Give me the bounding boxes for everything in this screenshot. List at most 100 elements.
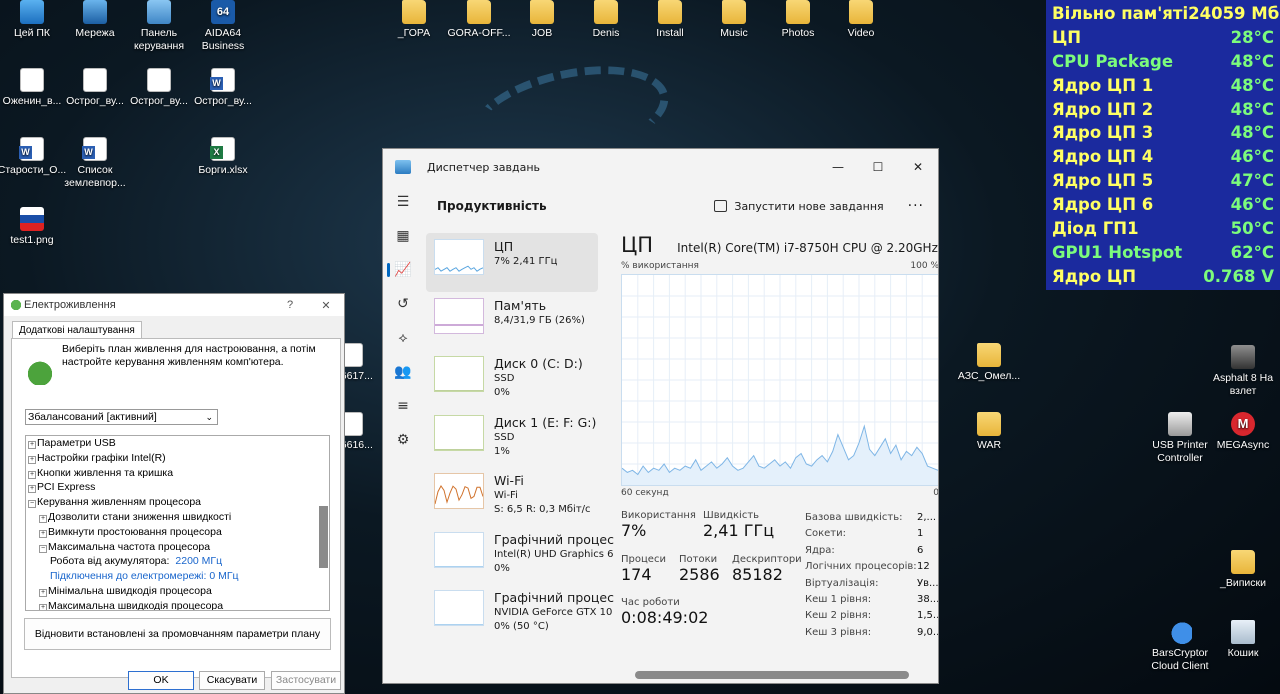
- desktop-icon-18[interactable]: Борги.xlsx: [184, 137, 262, 177]
- title-bar[interactable]: Диспетчер завдань — ☐ ✕: [383, 149, 938, 185]
- desktop-icon-23[interactable]: WAR: [950, 412, 1028, 452]
- desktop-icon-3[interactable]: 64 AIDA64 Business: [184, 0, 262, 53]
- vertical-scrollbar[interactable]: [319, 506, 328, 568]
- cancel-button[interactable]: Скасувати: [199, 671, 265, 690]
- tree-node[interactable]: + Дозволити стани зниження швидкості: [26, 510, 329, 525]
- desktop-icon-22[interactable]: АЗС_Омел...: [950, 343, 1028, 383]
- tree-node-label: Робота від акумулятора:: [50, 555, 170, 568]
- tab-advanced-settings[interactable]: Додаткові налаштування: [12, 321, 142, 339]
- expand-icon[interactable]: +: [39, 603, 47, 610]
- usage-label: Використання: [621, 510, 696, 521]
- sensor-value: 46°C: [1230, 147, 1274, 167]
- perf-item-6[interactable]: Графічний процес NVIDIA GeForce GTX 10 0% …: [426, 584, 614, 643]
- expand-icon[interactable]: +: [28, 485, 36, 494]
- run-new-task-button[interactable]: Запустити нове завдання: [714, 200, 884, 213]
- close-button[interactable]: ✕: [308, 299, 344, 312]
- app-history-icon[interactable]: ↺: [383, 287, 423, 321]
- hamburger-icon[interactable]: ☰: [383, 185, 423, 219]
- tree-node-label: Настройки графіки Intel(R): [37, 451, 166, 464]
- expand-icon[interactable]: +: [28, 455, 36, 464]
- desktop-icon-27[interactable]: _Виписки: [1204, 550, 1280, 590]
- power-plan-select[interactable]: Збалансований [активний] ⌄: [25, 409, 218, 425]
- tree-node[interactable]: − Керування живленням процесора: [26, 495, 329, 510]
- selected-plan: Збалансований [активний]: [28, 411, 157, 423]
- expand-icon[interactable]: +: [39, 588, 47, 597]
- startup-icon[interactable]: ⟡: [383, 321, 423, 355]
- apply-button[interactable]: Застосувати: [271, 671, 341, 690]
- tree-node-label: Дозволити стани зниження швидкості: [48, 510, 232, 523]
- expand-icon[interactable]: +: [28, 470, 36, 479]
- collapse-icon[interactable]: −: [28, 500, 36, 509]
- perf-item-sub1: SSD: [494, 373, 515, 384]
- word-icon: [82, 137, 107, 161]
- expand-icon[interactable]: +: [39, 529, 47, 538]
- horizontal-scrollbar[interactable]: [635, 671, 909, 679]
- tree-node[interactable]: + Максимальна швидкодія процесора: [26, 599, 329, 610]
- mini-graph-line: [435, 449, 483, 450]
- spec-row: Віртуалізація: Ув...: [805, 576, 938, 592]
- desktop-icon-26[interactable]: M MEGAsync: [1204, 412, 1280, 452]
- handles-value: 85182: [732, 565, 783, 584]
- tree-node[interactable]: + PCI Express: [26, 480, 329, 495]
- dialog-title-bar[interactable]: Електроживлення ? ✕: [4, 294, 344, 316]
- document-icon: [83, 68, 107, 92]
- performance-icon[interactable]: 📈: [383, 253, 423, 287]
- more-options-button[interactable]: ···: [908, 198, 924, 214]
- perf-item-4[interactable]: Wi-Fi Wi-Fi S: 6,5 R: 0,3 Мбіт/с: [426, 467, 598, 526]
- tree-node[interactable]: + Настройки графіки Intel(R): [26, 451, 329, 466]
- perf-item-name: Диск 1 (E: F: G:): [494, 414, 597, 430]
- desktop-icon-24[interactable]: Asphalt 8 На взлет: [1204, 345, 1280, 398]
- mini-graph-line: [435, 324, 483, 325]
- perf-item-5[interactable]: Графічний процес Intel(R) UHD Graphics 6 0…: [426, 526, 614, 585]
- services-icon[interactable]: ⚙: [383, 423, 423, 457]
- desktop-icon-11[interactable]: Video: [822, 0, 900, 40]
- processes-icon[interactable]: ▦: [383, 219, 423, 253]
- desktop-icon-15[interactable]: Острог_ву...: [184, 68, 262, 108]
- perf-item-2[interactable]: Диск 0 (C: D:) SSD 0%: [426, 350, 598, 409]
- sensor-row: Вільно пам'яті 24059 Мб: [1052, 2, 1279, 26]
- spec-value: 2,...: [917, 512, 937, 523]
- sensor-label: Діод ГП1: [1052, 219, 1139, 239]
- details-icon[interactable]: ≡: [383, 389, 423, 423]
- power-plan-icon: [26, 357, 54, 385]
- minimize-button[interactable]: —: [818, 160, 858, 174]
- desktop-icon-17[interactable]: Список землевпор...: [56, 137, 134, 190]
- mini-graph: [434, 239, 484, 275]
- cpu-specs: Базова швидкість: 2,... Сокети: 1 Ядра: 6 Логі…: [805, 510, 939, 641]
- help-button[interactable]: ?: [272, 299, 308, 311]
- perf-item-3[interactable]: Диск 1 (E: F: G:) SSD 1%: [426, 409, 598, 468]
- perf-item-name: Пам'ять: [494, 297, 547, 313]
- tree-node[interactable]: + Вимкнути простоювання процесора: [26, 525, 329, 540]
- handles-label: Дескриптори: [732, 554, 802, 565]
- expand-icon[interactable]: +: [28, 441, 36, 449]
- close-button[interactable]: ✕: [898, 160, 938, 174]
- expand-icon[interactable]: +: [39, 514, 47, 523]
- spec-value: 9,0...: [917, 626, 939, 638]
- restore-defaults-button[interactable]: Відновити встановлені за промовчанням па…: [24, 618, 331, 650]
- spec-key: Кеш 1 рівня:: [805, 593, 872, 605]
- axis-bottom-left: 60 секунд: [621, 488, 669, 498]
- users-icon[interactable]: 👥: [383, 355, 423, 389]
- tree-node[interactable]: + Параметри USB: [26, 436, 329, 451]
- collapse-icon[interactable]: −: [39, 544, 47, 553]
- folder-icon: [658, 0, 682, 24]
- desktop-icon-label: Asphalt 8 На взлет: [1212, 372, 1274, 397]
- tree-node-value[interactable]: 2200 МГц: [175, 555, 222, 567]
- desktop-icon-29[interactable]: Кошик: [1204, 620, 1280, 660]
- tree-node[interactable]: − Максимальна частота процесора: [26, 540, 329, 555]
- maximize-button[interactable]: ☐: [858, 160, 898, 174]
- perf-item-1[interactable]: Пам'ять 8,4/31,9 ГБ (26%): [426, 292, 598, 351]
- perf-item-0[interactable]: ЦП 7% 2,41 ГГц: [426, 233, 598, 292]
- cpu-model: Intel(R) Core(TM) i7-8750H CPU @ 2.20GHz: [677, 241, 938, 255]
- settings-icon[interactable]: ⚙: [383, 683, 423, 684]
- tree-node[interactable]: Підключення до електромережі: 0 МГц: [26, 569, 329, 584]
- desktop-icon-19[interactable]: test1.png: [0, 207, 71, 247]
- tree-node[interactable]: + Кнопки живлення та кришка: [26, 466, 329, 481]
- desktop-icon-label: АЗС_Омел...: [957, 370, 1021, 382]
- tree-node[interactable]: + Мінімальна швидкодія процесора: [26, 584, 329, 599]
- perf-item-sub1: NVIDIA GeForce GTX 10: [494, 607, 613, 618]
- perf-item-name: Графічний процес: [494, 531, 614, 547]
- ok-button[interactable]: OK: [128, 671, 194, 690]
- folder-icon: [977, 343, 1001, 367]
- tree-node[interactable]: Робота від акумулятора: 2200 МГц: [26, 554, 329, 569]
